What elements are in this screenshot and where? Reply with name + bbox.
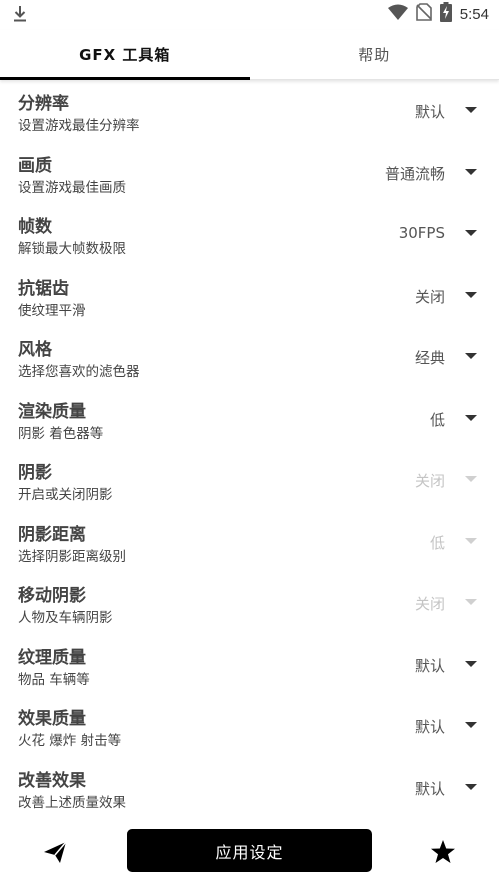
setting-value[interactable]: 关闭 (415, 286, 445, 307)
setting-title: 抗锯齿 (18, 278, 69, 299)
dropdown-arrow-icon (465, 476, 477, 482)
dropdown-arrow-icon[interactable] (465, 230, 477, 236)
setting-value[interactable]: 默认 (415, 716, 445, 737)
setting-subtitle: 解锁最大帧数极限 (18, 241, 126, 257)
setting-title: 分辨率 (18, 94, 69, 114)
setting-subtitle: 物品 车辆等 (18, 671, 90, 688)
setting-value[interactable]: 经典 (415, 347, 445, 368)
setting-graphics[interactable]: 画质 设置游戏最佳画质 普通流畅 (0, 143, 499, 205)
setting-value[interactable]: 默认 (415, 778, 445, 799)
setting-subtitle: 人物及车辆阴影 (18, 610, 113, 626)
setting-style[interactable]: 风格 选择您喜欢的滤色器 经典 (0, 327, 499, 389)
no-sim-icon (415, 3, 432, 25)
setting-title: 阴影距离 (18, 524, 86, 545)
setting-title: 风格 (18, 340, 52, 360)
dropdown-arrow-icon[interactable] (465, 414, 477, 421)
tab-bar: GFX 工具箱 帮助 (0, 30, 499, 80)
tab-help[interactable]: 帮助 (250, 30, 499, 79)
dropdown-arrow-icon[interactable] (465, 107, 477, 113)
setting-fps[interactable]: 帧数 解锁最大帧数极限 30FPS (0, 204, 499, 266)
setting-subtitle: 选择您喜欢的滤色器 (18, 364, 140, 380)
dropdown-arrow-icon[interactable] (465, 660, 477, 667)
setting-title: 帧数 (18, 217, 52, 237)
setting-improve-effects[interactable]: 改善效果 改善上述质量效果 默认 (0, 758, 499, 820)
setting-title: 移动阴影 (18, 586, 86, 606)
status-bar: 5:54 (0, 0, 499, 28)
setting-subtitle: 设置游戏最佳画质 (18, 179, 126, 196)
setting-subtitle: 阴影 着色器等 (18, 425, 104, 442)
setting-subtitle: 使纹理平滑 (18, 302, 86, 319)
setting-title: 渲染质量 (18, 401, 86, 422)
download-icon (12, 5, 28, 27)
setting-resolution[interactable]: 分辨率 设置游戏最佳分辨率 默认 (0, 81, 499, 143)
setting-subtitle: 选择阴影距离级别 (18, 548, 126, 565)
dropdown-arrow-icon (465, 599, 477, 605)
setting-value[interactable]: 30FPS (399, 224, 445, 242)
battery-charging-icon (439, 2, 452, 26)
setting-moving-shadow: 移动阴影 人物及车辆阴影 关闭 (0, 573, 499, 635)
setting-shadow-distance: 阴影距离 选择阴影距离级别 低 (0, 512, 499, 574)
wifi-icon (387, 4, 408, 24)
setting-subtitle: 改善上述质量效果 (18, 794, 126, 811)
clock: 5:54 (459, 5, 489, 23)
setting-title: 纹理质量 (18, 647, 86, 668)
setting-title: 改善效果 (18, 770, 86, 791)
tab-gfx-tools[interactable]: GFX 工具箱 (0, 30, 250, 80)
bottom-bar: 应用设定 (0, 823, 499, 887)
dropdown-arrow-icon (465, 537, 477, 544)
dropdown-arrow-icon[interactable] (465, 783, 477, 790)
setting-anti-aliasing[interactable]: 抗锯齿 使纹理平滑 关闭 (0, 266, 499, 328)
settings-list: 分辨率 设置游戏最佳分辨率 默认 画质 设置游戏最佳画质 普通流畅 帧数 解锁最… (0, 81, 499, 819)
setting-value: 关闭 (414, 595, 445, 613)
setting-value[interactable]: 低 (430, 409, 445, 430)
setting-value[interactable]: 默认 (415, 101, 445, 122)
setting-subtitle: 开启或关闭阴影 (18, 487, 113, 503)
setting-shadow: 阴影 开启或关闭阴影 关闭 (0, 450, 499, 512)
star-icon[interactable] (428, 837, 458, 867)
setting-value: 关闭 (414, 472, 445, 490)
setting-effects-quality[interactable]: 效果质量 火花 爆炸 射击等 默认 (0, 696, 499, 758)
apply-settings-button[interactable]: 应用设定 (127, 829, 372, 872)
setting-value[interactable]: 普通流畅 (385, 163, 445, 184)
dropdown-arrow-icon[interactable] (465, 291, 477, 298)
dropdown-arrow-icon[interactable] (465, 353, 477, 359)
setting-subtitle: 设置游戏最佳分辨率 (18, 118, 140, 134)
setting-title: 画质 (18, 155, 52, 176)
send-icon[interactable] (40, 837, 70, 867)
setting-texture-quality[interactable]: 纹理质量 物品 车辆等 默认 (0, 635, 499, 697)
setting-title: 阴影 (18, 463, 52, 483)
dropdown-arrow-icon[interactable] (465, 168, 477, 175)
setting-subtitle: 火花 爆炸 射击等 (18, 733, 122, 749)
setting-value[interactable]: 默认 (415, 655, 445, 676)
dropdown-arrow-icon[interactable] (465, 722, 477, 728)
setting-value: 低 (429, 533, 445, 552)
setting-render-quality[interactable]: 渲染质量 阴影 着色器等 低 (0, 389, 499, 451)
setting-title: 效果质量 (18, 709, 86, 729)
